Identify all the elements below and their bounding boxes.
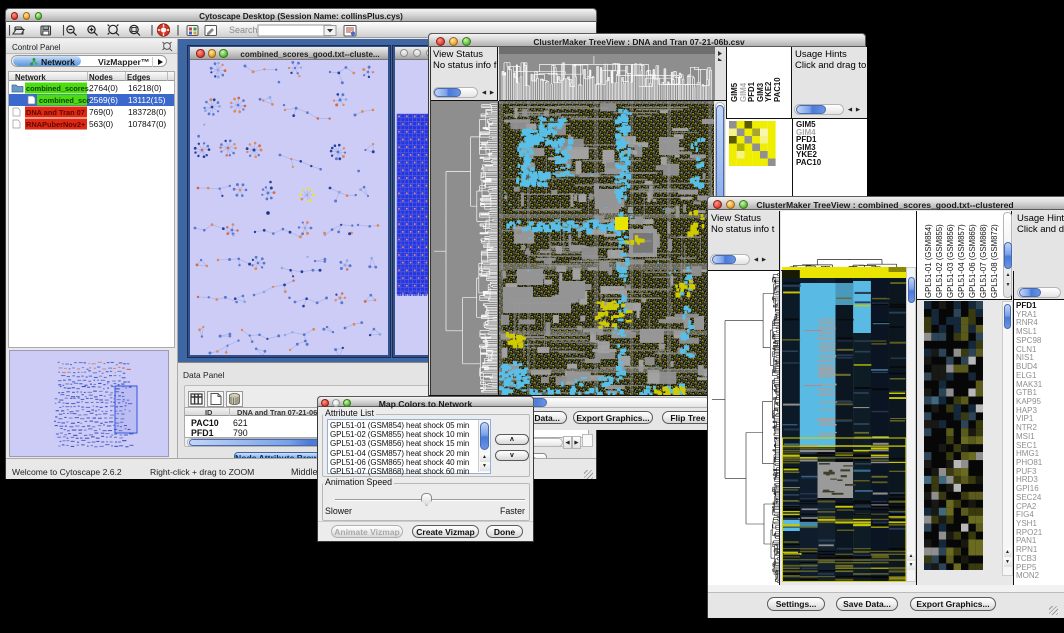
svg-text:2569(6): 2569(6) [89,95,118,105]
svg-text:DNA and Tran 07: DNA and Tran 07 [26,108,85,117]
svg-text:VizMapper™: VizMapper™ [98,56,149,66]
svg-text:2764(0): 2764(0) [89,83,118,93]
svg-text:combined_sco: combined_sco [39,96,91,105]
svg-text:563(0): 563(0) [89,119,113,129]
svg-text:13112(15): 13112(15) [128,95,166,105]
svg-text:Network: Network [41,56,75,66]
svg-text:107847(0): 107847(0) [128,119,166,129]
svg-text:RNAPuberNov2+: RNAPuberNov2+ [26,120,86,129]
svg-text:16218(0): 16218(0) [128,83,162,93]
svg-text:Search:: Search: [229,25,260,35]
svg-text:769(0): 769(0) [89,107,113,117]
svg-text:combined_scores_: combined_scores_ [26,84,94,93]
svg-text:183728(0): 183728(0) [128,107,166,117]
